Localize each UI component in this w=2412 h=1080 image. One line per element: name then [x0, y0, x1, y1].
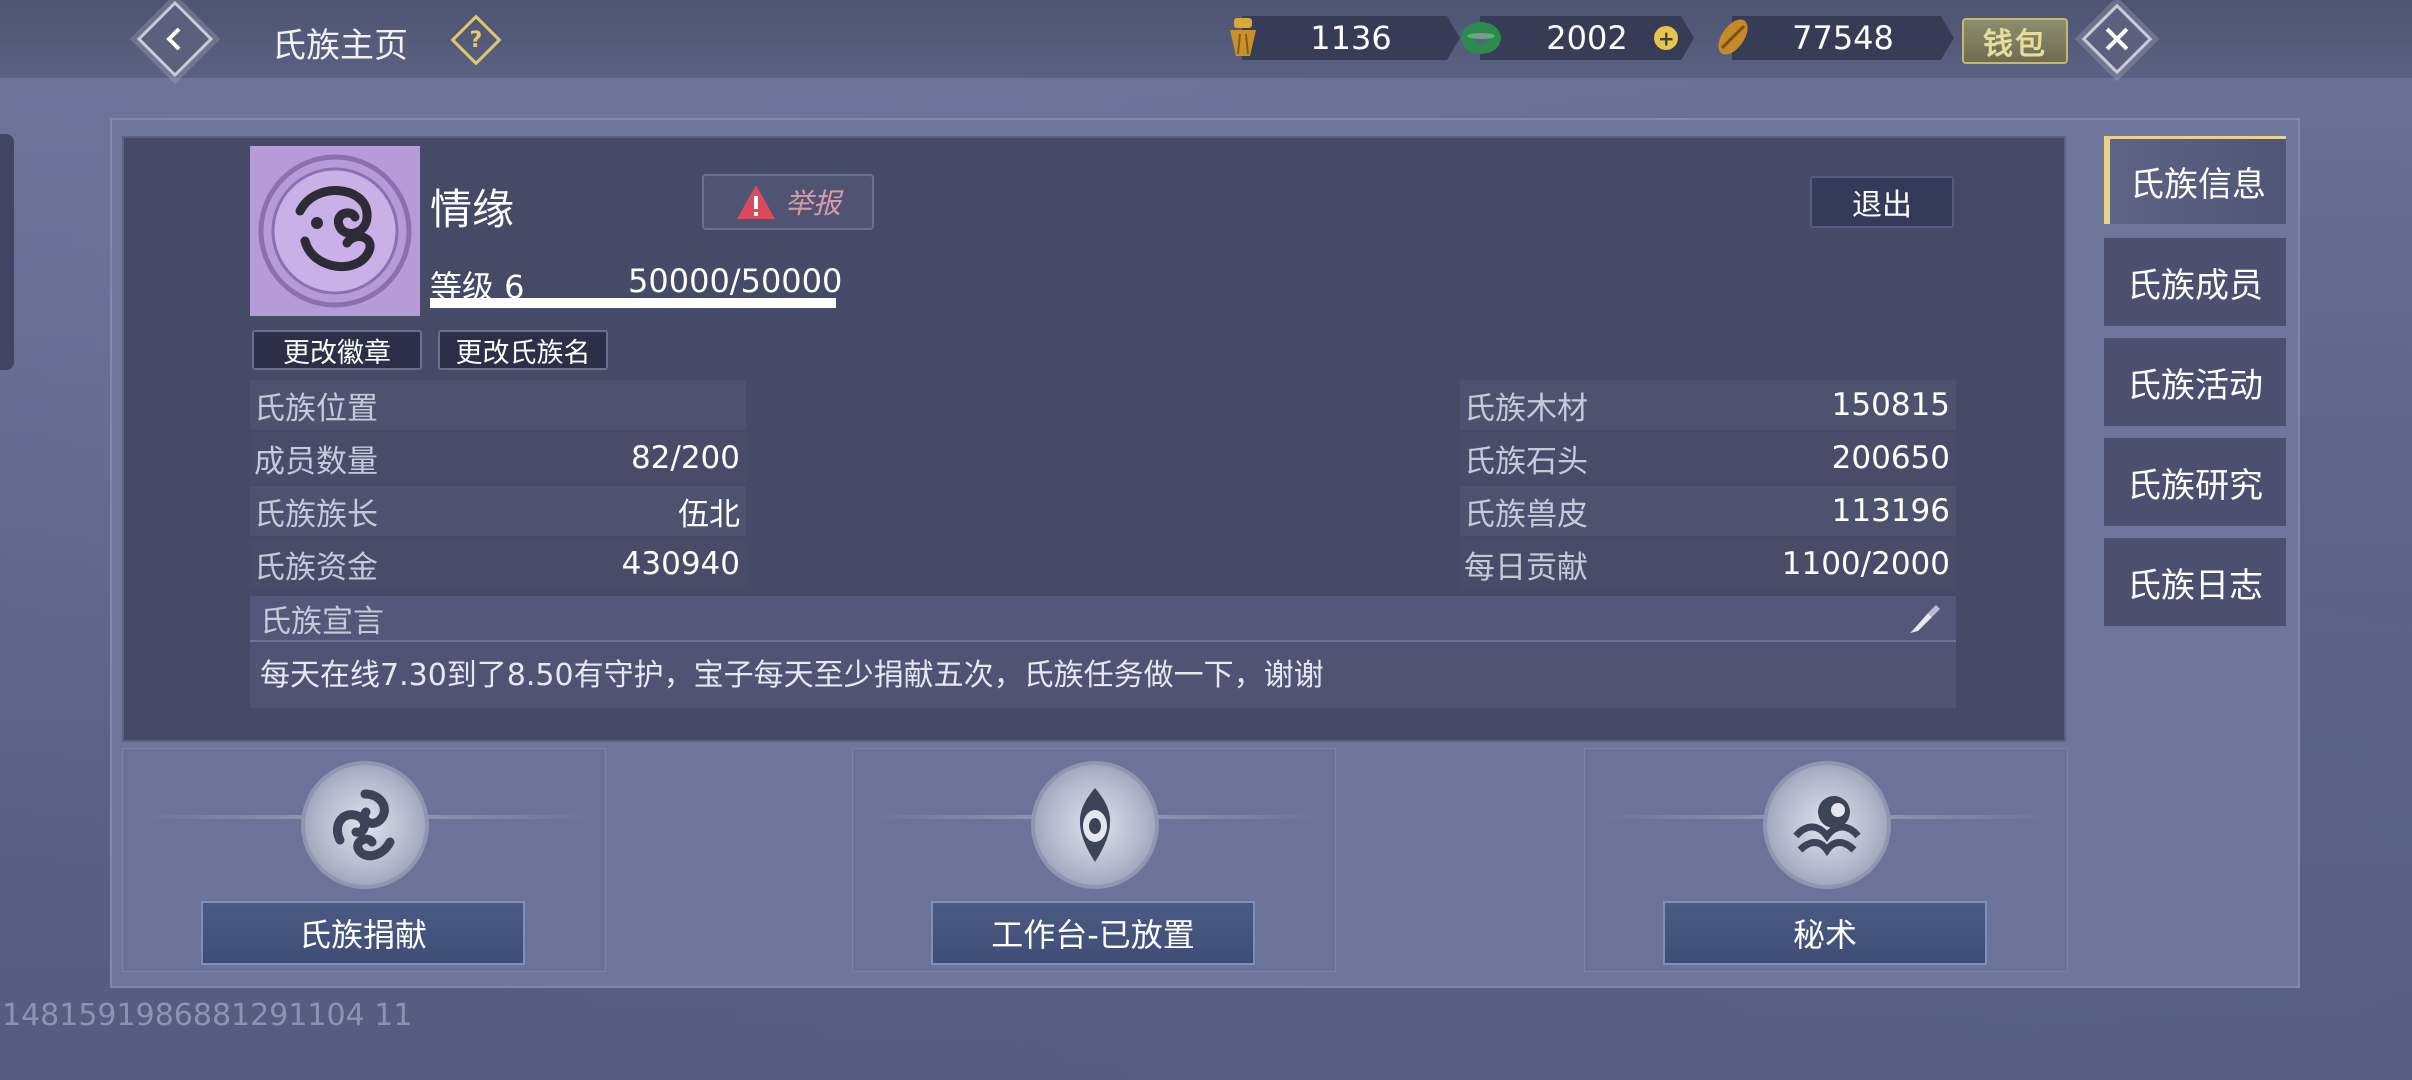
- chevron-left-icon: [166, 27, 181, 51]
- wallet-label: 钱包: [1983, 27, 2047, 62]
- info-label: 氏族位置: [254, 390, 378, 427]
- info-value: 150815: [1831, 387, 1950, 423]
- tab-clan-members[interactable]: 氏族成员: [2104, 238, 2286, 326]
- tab-clan-activities[interactable]: 氏族活动: [2104, 338, 2286, 426]
- declaration-header: 氏族宣言: [250, 596, 1956, 642]
- eye-glyph: [1079, 788, 1111, 862]
- info-label: 成员数量: [254, 443, 378, 480]
- info-label: 氏族木材: [1464, 390, 1588, 427]
- back-button[interactable]: [136, 0, 214, 78]
- plus-icon: +: [1657, 25, 1675, 50]
- info-row-funds: 氏族资金 430940: [250, 539, 746, 589]
- back-diamond-frame: [136, 0, 214, 78]
- donate-card[interactable]: 氏族捐献: [122, 748, 606, 972]
- workbench-label: 工作台-已放置: [991, 916, 1195, 954]
- info-row-wood: 氏族木材 150815: [1460, 380, 1956, 430]
- info-row-hide: 氏族兽皮 113196: [1460, 486, 1956, 536]
- info-label: 氏族族长: [254, 496, 378, 533]
- tab-label: 氏族活动: [2127, 365, 2263, 406]
- info-value: 200650: [1831, 440, 1950, 476]
- change-emblem-button[interactable]: 更改徽章: [252, 330, 422, 370]
- close-button[interactable]: [2081, 3, 2153, 75]
- clan-info-left: 氏族位置 成员数量 82/200 氏族族长 伍北 氏族资金 430940: [250, 380, 746, 589]
- eye-emblem-icon: [1031, 761, 1159, 889]
- resource-gold-box: 1136: [1242, 16, 1460, 60]
- edit-brush-icon[interactable]: [1906, 599, 1944, 637]
- info-label: 氏族兽皮: [1464, 496, 1588, 533]
- info-value: 82/200: [630, 440, 740, 476]
- secret-art-button[interactable]: 秘术: [1663, 901, 1987, 965]
- warning-icon: [736, 185, 775, 219]
- info-row-stone: 氏族石头 200650: [1460, 433, 1956, 483]
- copper-coin-icon: [1718, 19, 1748, 55]
- secret-art-card[interactable]: 秘术: [1584, 748, 2068, 972]
- resource-gold-value: 1136: [1310, 19, 1392, 57]
- info-label: 每日贡献: [1464, 549, 1588, 586]
- info-row-daily-contribution: 每日贡献 1100/2000: [1460, 539, 1956, 589]
- declaration-label: 氏族宣言: [260, 603, 384, 640]
- donate-button[interactable]: 氏族捐献: [201, 901, 525, 965]
- jade-coin-icon: [1461, 22, 1501, 54]
- info-row-location: 氏族位置: [250, 380, 746, 430]
- resource-copper-value: 77548: [1792, 19, 1894, 57]
- close-icon: [2105, 27, 2129, 51]
- left-edge-handle: [0, 134, 14, 370]
- tab-label: 氏族研究: [2127, 465, 2263, 506]
- quit-label: 退出: [1852, 188, 1912, 223]
- swirl-glyph: [332, 789, 395, 861]
- change-emblem-label: 更改徽章: [283, 337, 391, 369]
- moon-wave-glyph: [1793, 796, 1861, 857]
- page-title: 氏族主页: [272, 26, 408, 66]
- info-value: 113196: [1831, 493, 1950, 529]
- info-label: 氏族石头: [1464, 443, 1588, 480]
- workbench-button[interactable]: 工作台-已放置: [931, 901, 1255, 965]
- report-button[interactable]: 举报: [702, 174, 874, 230]
- declaration-text: 每天在线7.30到了8.50有守护，宝子每天至少捐献五次，氏族任务做一下，谢谢: [250, 642, 1956, 708]
- wallet-button[interactable]: 钱包: [1962, 18, 2068, 64]
- secret-art-label: 秘术: [1792, 916, 1857, 954]
- clan-info-right: 氏族木材 150815 氏族石头 200650 氏族兽皮 113196 每日贡献…: [1460, 380, 1956, 589]
- quit-clan-button[interactable]: 退出: [1810, 176, 1954, 228]
- question-icon: ?: [469, 27, 483, 53]
- clan-level-progress-bar: [430, 298, 836, 308]
- info-value: 430940: [621, 546, 740, 582]
- tab-clan-research[interactable]: 氏族研究: [2104, 438, 2286, 526]
- change-clan-name-button[interactable]: 更改氏族名: [438, 330, 608, 370]
- tab-label: 氏族成员: [2127, 265, 2263, 306]
- tab-label: 氏族日志: [2127, 565, 2263, 606]
- change-name-label: 更改氏族名: [455, 337, 591, 369]
- swirl-emblem-icon: [301, 761, 429, 889]
- dragon-emblem-icon: [258, 154, 412, 308]
- clan-emblem: [250, 146, 420, 316]
- resource-jade-value: 2002: [1546, 19, 1628, 57]
- tab-clan-info[interactable]: 氏族信息: [2104, 136, 2286, 224]
- info-value: 伍北: [678, 496, 740, 533]
- workbench-card[interactable]: 工作台-已放置: [852, 748, 1336, 972]
- info-value: 1100/2000: [1781, 546, 1950, 582]
- gold-tassel-icon: [1230, 18, 1256, 56]
- donate-label: 氏族捐献: [298, 916, 427, 954]
- resource-copper-box: 77548: [1732, 16, 1954, 60]
- report-label: 举报: [784, 187, 841, 220]
- clan-name: 情缘: [430, 185, 515, 234]
- info-label: 氏族资金: [254, 549, 378, 586]
- close-diamond-frame: [2081, 3, 2153, 75]
- info-row-members: 成员数量 82/200: [250, 433, 746, 483]
- clan-level-progress-text: 50000/50000: [628, 262, 843, 300]
- info-row-leader: 氏族族长 伍北: [250, 486, 746, 536]
- moon-wave-emblem-icon: [1763, 761, 1891, 889]
- player-id: 1481591986881291104 11: [2, 998, 413, 1033]
- tab-clan-log[interactable]: 氏族日志: [2104, 538, 2286, 626]
- tab-label: 氏族信息: [2130, 165, 2266, 205]
